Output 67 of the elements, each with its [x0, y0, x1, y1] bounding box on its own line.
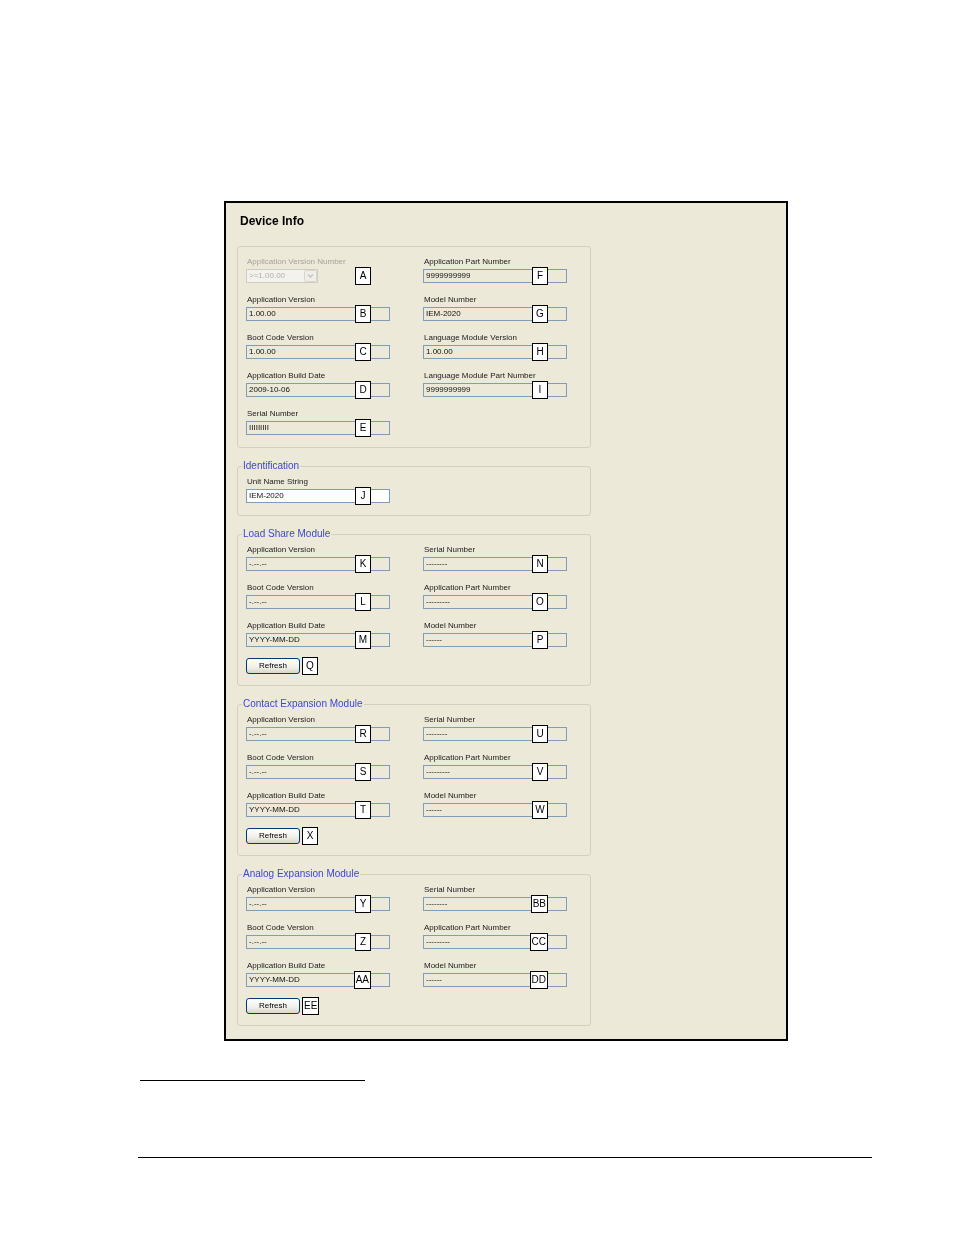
refresh-button[interactable]: Refresh — [246, 998, 300, 1014]
callout-marker: Q — [302, 657, 318, 675]
field-label: Language Module Part Number — [423, 371, 536, 381]
refresh-button[interactable]: Refresh — [246, 828, 300, 844]
callout-marker: J — [355, 487, 371, 505]
callout-marker: V — [532, 763, 548, 781]
field-label: Application Version — [246, 545, 316, 555]
callout-marker: E — [355, 419, 371, 437]
callout-marker: T — [355, 801, 371, 819]
callout-marker: R — [355, 725, 371, 743]
field-label: Boot Code Version — [246, 583, 314, 593]
callout-marker: S — [355, 763, 371, 781]
callout-marker: A — [355, 267, 371, 285]
field-label: Serial Number — [246, 409, 299, 419]
field-label: Boot Code Version — [246, 333, 314, 343]
field-label: Application Version — [246, 295, 316, 305]
callout-marker: DD — [529, 971, 548, 989]
callout-marker: Y — [355, 895, 371, 913]
field-label: Serial Number — [423, 545, 476, 555]
field-label: Application Part Number — [423, 753, 511, 763]
field-label: Model Number — [423, 295, 477, 305]
field-label: Application Version — [246, 885, 316, 895]
field-label: Language Module Version — [423, 333, 517, 343]
callout-marker: H — [532, 343, 548, 361]
field-label: Application Part Number — [423, 583, 511, 593]
callout-marker: D — [355, 381, 371, 399]
field-label: Application Version Number — [246, 257, 346, 267]
refresh-button[interactable]: Refresh — [246, 658, 300, 674]
callout-marker: M — [355, 631, 371, 649]
field-label: Application Build Date — [246, 621, 326, 631]
field-label: Application Build Date — [246, 961, 326, 971]
callout-marker: X — [302, 827, 318, 845]
field-label: Boot Code Version — [246, 753, 314, 763]
field-label: Application Build Date — [246, 791, 326, 801]
field-label: Serial Number — [423, 715, 476, 725]
callout-marker: CC — [529, 933, 548, 951]
field-label: Model Number — [423, 961, 477, 971]
field-label: Application Version — [246, 715, 316, 725]
group-title: Identification — [242, 460, 301, 472]
callout-marker: C — [355, 343, 371, 361]
field-label: Application Part Number — [423, 923, 511, 933]
field-label: Unit Name String — [246, 477, 308, 487]
dialog-title: Device Info — [240, 214, 305, 228]
callout-marker: O — [532, 593, 548, 611]
field-label: Application Part Number — [423, 257, 511, 267]
field-label: Model Number — [423, 621, 477, 631]
field-label: Boot Code Version — [246, 923, 314, 933]
callout-marker: K — [355, 555, 371, 573]
field-label: Application Build Date — [246, 371, 326, 381]
field-label: Model Number — [423, 791, 477, 801]
callout-marker: P — [532, 631, 548, 649]
group-title: Contact Expansion Module — [242, 698, 364, 710]
callout-marker: B — [355, 305, 371, 323]
callout-marker: AA — [353, 971, 371, 989]
callout-marker: N — [532, 555, 548, 573]
callout-marker: F — [532, 267, 548, 285]
callout-marker: U — [532, 725, 548, 743]
callout-marker: BB — [530, 895, 548, 913]
callout-marker: W — [532, 801, 548, 819]
group-title: Load Share Module — [242, 528, 332, 540]
callout-marker: EE — [302, 997, 320, 1015]
callout-marker: L — [355, 593, 371, 611]
field-label: Serial Number — [423, 885, 476, 895]
callout-marker: Z — [355, 933, 371, 951]
callout-marker: G — [532, 305, 548, 323]
callout-marker: I — [532, 381, 548, 399]
group-title: Analog Expansion Module — [242, 868, 361, 880]
